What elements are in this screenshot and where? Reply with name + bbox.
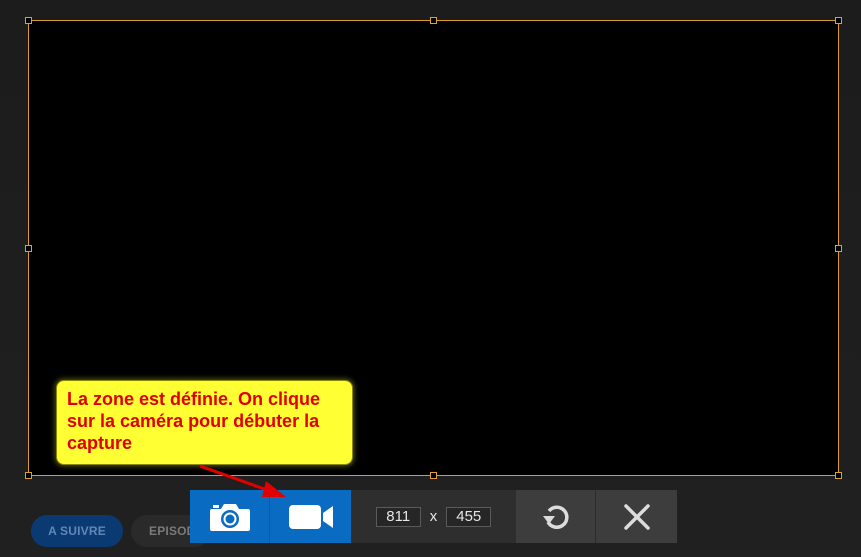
resize-handle-bottom-center[interactable] — [430, 472, 437, 479]
height-input[interactable]: 455 — [446, 506, 492, 527]
resize-handle-top-right[interactable] — [835, 17, 842, 24]
capture-toolbar: 811 x 455 — [190, 490, 677, 543]
width-input[interactable]: 811 — [375, 506, 421, 527]
record-video-button[interactable] — [270, 490, 351, 543]
resize-handle-top-center[interactable] — [430, 17, 437, 24]
resize-handle-top-left[interactable] — [25, 17, 32, 24]
close-icon — [623, 503, 650, 530]
video-camera-icon — [288, 504, 333, 529]
capture-size-panel: 811 x 455 — [351, 490, 516, 543]
camera-icon — [209, 503, 250, 531]
size-separator: x — [429, 508, 438, 525]
annotation-callout: La zone est définie. On clique sur la ca… — [56, 380, 353, 465]
resize-handle-middle-left[interactable] — [25, 245, 32, 252]
screenshot-button[interactable] — [190, 490, 270, 543]
resize-handle-middle-right[interactable] — [835, 245, 842, 252]
close-button[interactable] — [596, 490, 677, 543]
follow-button[interactable]: A SUIVRE — [31, 515, 123, 547]
redo-selection-button[interactable] — [516, 490, 596, 543]
resize-handle-bottom-left[interactable] — [25, 472, 32, 479]
redo-icon — [542, 505, 569, 529]
screen-recorder-overlay: A SUIVRE EPISOD 811 x 455 La zone est dé… — [0, 0, 861, 557]
resize-handle-bottom-right[interactable] — [835, 472, 842, 479]
